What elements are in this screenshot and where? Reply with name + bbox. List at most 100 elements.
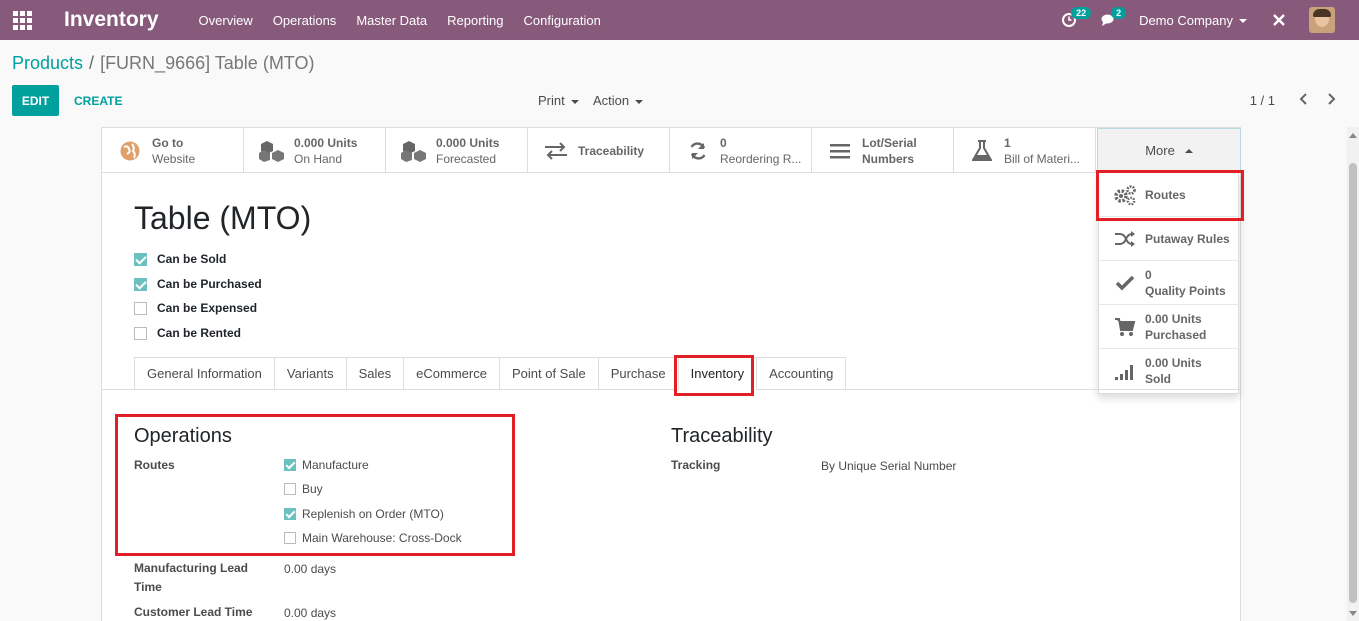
cubes-icon xyxy=(400,137,428,165)
tracking-label: Tracking xyxy=(671,458,721,472)
breadcrumb-products[interactable]: Products xyxy=(12,53,83,73)
tab-general-information[interactable]: General Information xyxy=(134,357,274,390)
customer-lead-time-label: Customer Lead Time xyxy=(134,605,253,619)
menu-operations[interactable]: Operations xyxy=(273,13,337,28)
edit-button[interactable]: EDIT xyxy=(12,85,59,116)
operations-highlight-box xyxy=(115,414,515,556)
user-avatar[interactable] xyxy=(1309,7,1335,33)
can-be-rented-checkbox[interactable] xyxy=(134,326,147,340)
routes-highlight-box xyxy=(1096,170,1244,221)
debug-tools-button[interactable] xyxy=(1259,0,1299,40)
quality-points-button[interactable]: 0 Quality Points xyxy=(1099,261,1238,305)
top-navbar: Inventory Overview Operations Master Dat… xyxy=(0,0,1359,40)
bom-line1: 1 xyxy=(1004,135,1011,150)
more-label: More xyxy=(1145,143,1175,158)
action-dropdown[interactable]: Action xyxy=(593,93,644,108)
pager-previous-button[interactable] xyxy=(1294,89,1314,109)
bill-of-materials-button[interactable]: 1 Bill of Materi... xyxy=(954,128,1096,173)
refresh-icon xyxy=(684,137,712,165)
customer-lead-time-value[interactable]: 0.00 days xyxy=(284,606,336,620)
can-be-purchased-label: Can be Purchased xyxy=(157,277,262,291)
scrollbar-thumb[interactable] xyxy=(1349,163,1357,603)
app-name[interactable]: Inventory xyxy=(64,8,159,32)
website-line2: Website xyxy=(152,151,196,166)
tab-purchase[interactable]: Purchase xyxy=(597,357,678,390)
chevron-left-icon xyxy=(1299,93,1307,105)
can-be-purchased-checkbox[interactable] xyxy=(134,277,147,291)
putaway-rules-button[interactable]: Putaway Rules xyxy=(1099,217,1238,261)
can-be-purchased-row: Can be Purchased xyxy=(134,277,262,291)
menu-reporting[interactable]: Reporting xyxy=(447,13,503,28)
smart-button-box: Go to Website 0.000 Units On Hand 0.000 Un… xyxy=(102,128,1097,173)
quality-points-line2: Quality Points xyxy=(1145,283,1226,298)
can-be-sold-checkbox[interactable] xyxy=(134,252,147,266)
activity-badge: 22 xyxy=(1071,7,1092,19)
putaway-rules-label: Putaway Rules xyxy=(1145,231,1230,246)
sold-button[interactable]: 0.00 Units Sold xyxy=(1099,349,1238,393)
tracking-value[interactable]: By Unique Serial Number xyxy=(821,459,956,473)
reordering-rules-button[interactable]: 0 Reordering R... xyxy=(670,128,812,173)
tab-point-of-sale[interactable]: Point of Sale xyxy=(498,357,598,390)
website-button[interactable]: Go to Website xyxy=(102,128,244,173)
product-name: Table (MTO) xyxy=(134,200,312,236)
activity-button[interactable]: 22 xyxy=(1049,0,1092,40)
menu-overview[interactable]: Overview xyxy=(199,13,253,28)
menu-master-data[interactable]: Master Data xyxy=(356,13,427,28)
breadcrumb-separator: / xyxy=(89,53,95,73)
menu-configuration[interactable]: Configuration xyxy=(524,13,601,28)
can-be-expensed-row: Can be Expensed xyxy=(134,301,257,315)
cart-icon xyxy=(1113,315,1137,339)
can-be-sold-row: Can be Sold xyxy=(134,252,226,266)
chevron-down-icon xyxy=(1239,19,1247,24)
apps-menu-icon[interactable] xyxy=(2,0,42,40)
forecasted-button[interactable]: 0.000 Units Forecasted xyxy=(386,128,528,173)
globe-icon xyxy=(116,137,144,165)
scroll-down-icon[interactable] xyxy=(1349,611,1357,616)
purchased-button[interactable]: 0.00 Units Purchased xyxy=(1099,305,1238,349)
chevron-down-icon xyxy=(635,99,644,104)
action-label: Action xyxy=(593,93,630,108)
can-be-rented-row: Can be Rented xyxy=(134,326,241,340)
reordering-line2: Reordering R... xyxy=(720,151,802,166)
cubes-icon xyxy=(258,137,286,165)
tab-ecommerce[interactable]: eCommerce xyxy=(403,357,499,390)
traceability-label: Traceability xyxy=(578,143,645,158)
pager-value[interactable]: 1 / 1 xyxy=(1250,93,1275,108)
forecasted-line2: Forecasted xyxy=(436,151,497,166)
list-icon xyxy=(826,137,854,165)
scroll-up-icon[interactable] xyxy=(1349,133,1357,138)
messages-badge: 2 xyxy=(1111,7,1127,19)
random-icon xyxy=(1113,227,1137,251)
inventory-tab-highlight-box xyxy=(674,355,754,396)
on-hand-button[interactable]: 0.000 Units On Hand xyxy=(244,128,386,173)
purchased-line1: 0.00 Units xyxy=(1145,311,1202,326)
purchased-line2: Purchased xyxy=(1145,327,1207,342)
more-button[interactable]: More xyxy=(1097,128,1241,173)
manufacturing-lead-time-value[interactable]: 0.00 days xyxy=(284,562,336,576)
sold-line2: Sold xyxy=(1145,372,1171,386)
can-be-rented-label: Can be Rented xyxy=(157,326,242,340)
tab-accounting[interactable]: Accounting xyxy=(756,357,847,390)
traceability-button[interactable]: Traceability xyxy=(528,128,670,173)
exchange-icon xyxy=(542,137,570,165)
forecasted-line1: 0.000 Units xyxy=(436,135,500,150)
pager-next-button[interactable] xyxy=(1321,89,1341,109)
can-be-expensed-checkbox[interactable] xyxy=(134,301,147,315)
sold-line1: 0.00 Units xyxy=(1145,356,1202,370)
manufacturing-lead-time-label: Manufacturing Lead Time xyxy=(134,561,249,594)
can-be-sold-label: Can be Sold xyxy=(157,252,227,266)
on-hand-line2: On Hand xyxy=(294,151,343,166)
on-hand-line1: 0.000 Units xyxy=(294,135,358,150)
messages-button[interactable]: 2 xyxy=(1089,0,1129,40)
lot-serial-button[interactable]: Lot/Serial Numbers xyxy=(812,128,954,173)
lot-serial-line1: Lot/Serial xyxy=(862,135,917,150)
quality-points-line1: 0 xyxy=(1145,267,1152,282)
create-button[interactable]: CREATE xyxy=(74,85,122,116)
breadcrumb-current: [FURN_9666] Table (MTO) xyxy=(100,53,315,73)
print-dropdown[interactable]: Print xyxy=(538,93,579,108)
company-switcher[interactable]: Demo Company xyxy=(1139,13,1247,28)
company-name: Demo Company xyxy=(1139,12,1233,28)
chevron-right-icon xyxy=(1328,93,1336,105)
tab-variants[interactable]: Variants xyxy=(273,357,346,390)
tab-sales[interactable]: Sales xyxy=(345,357,404,390)
